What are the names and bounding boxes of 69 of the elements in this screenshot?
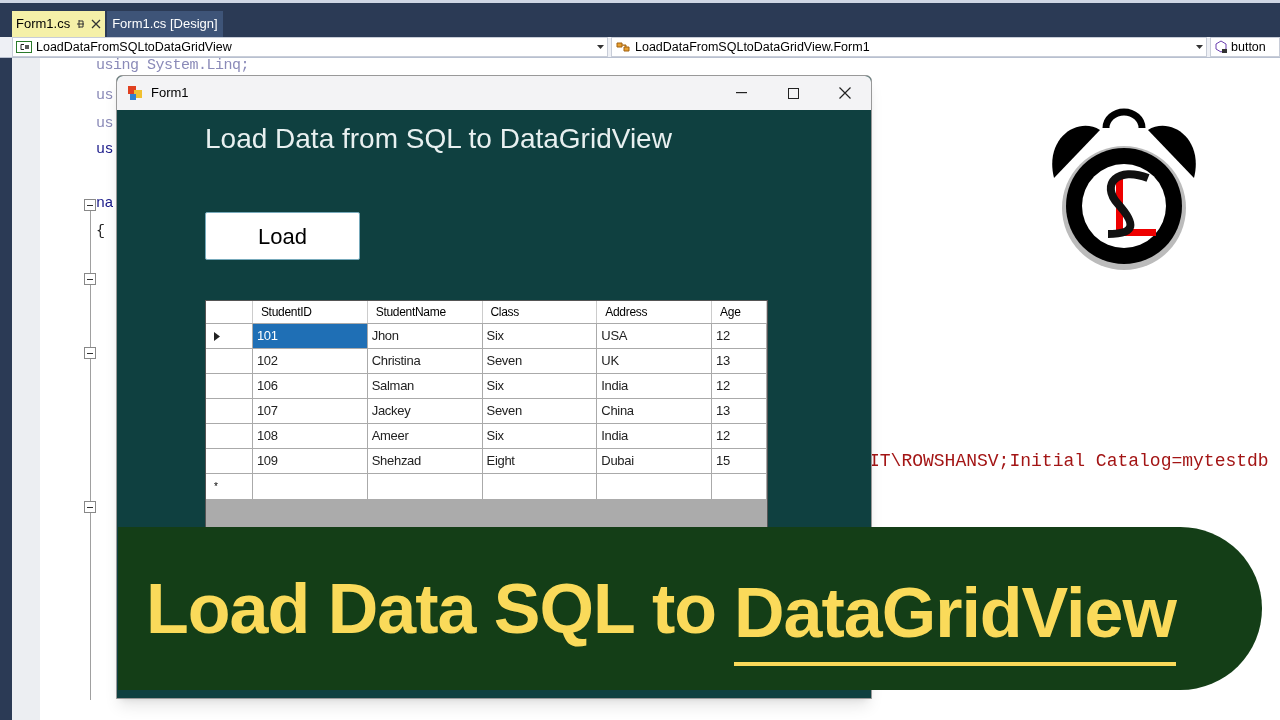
code-line: us [96, 142, 113, 158]
collapse-toggle[interactable] [84, 273, 96, 285]
table-cell: Seven [482, 349, 598, 373]
table-cell: UK [597, 349, 713, 373]
table-cell: 108 [252, 424, 368, 448]
code-line: IT\ROWSHANSV;Initial Catalog=mytestdb [869, 450, 1269, 472]
table-cell: 15 [712, 449, 767, 473]
code-line: us [96, 88, 113, 104]
collapse-toggle[interactable] [84, 347, 96, 359]
table-cell: Six [482, 374, 598, 398]
table-cell: 106 [252, 374, 368, 398]
form-icon [127, 85, 143, 101]
table-cell: 12 [712, 374, 767, 398]
cube-icon [1214, 40, 1228, 54]
table-cell: 109 [252, 449, 368, 473]
code-line: using System.Linq; [96, 58, 250, 74]
collapse-toggle[interactable] [84, 199, 96, 211]
table-cell: 12 [712, 324, 767, 348]
code-line: na [96, 196, 113, 212]
table-cell: Dubai [597, 449, 713, 473]
project-dropdown[interactable]: LoadDataFromSQLtoDataGridView [12, 37, 608, 57]
form-heading: Load Data from SQL to DataGridView [205, 122, 672, 156]
column-header[interactable]: StudentID [252, 301, 368, 323]
table-cell: USA [597, 324, 713, 348]
close-icon [839, 87, 851, 99]
code-line: us [96, 116, 113, 132]
table-cell: Christina [367, 349, 483, 373]
table-cell: Shehzad [367, 449, 483, 473]
load-button[interactable]: Load [205, 212, 360, 260]
table-cell: Six [482, 324, 598, 348]
table-cell: Seven [482, 399, 598, 423]
maximize-icon [787, 87, 799, 99]
table-cell: 102 [252, 349, 368, 373]
class-dropdown[interactable]: LoadDataFromSQLtoDataGridView.Form1 [611, 37, 1207, 57]
banner-title: DataGridView [734, 569, 1176, 666]
csharp-file-icon [16, 41, 32, 53]
column-header[interactable]: Age [712, 301, 767, 323]
table-cell: 13 [712, 349, 767, 373]
table-cell: China [597, 399, 713, 423]
column-header[interactable]: StudentName [367, 301, 483, 323]
column-header[interactable]: Class [482, 301, 598, 323]
collapse-toggle[interactable] [84, 501, 96, 513]
table-cell: 13 [712, 399, 767, 423]
table-cell: India [597, 374, 713, 398]
member-dropdown[interactable]: button [1210, 37, 1280, 57]
table-cell: Salman [367, 374, 483, 398]
caret-icon [597, 45, 604, 49]
current-row-icon [214, 331, 220, 341]
pin-icon[interactable] [76, 19, 86, 29]
table-cell: India [597, 424, 713, 448]
caret-icon [1196, 45, 1203, 49]
table-cell: Ameer [367, 424, 483, 448]
new-row-marker: * [214, 481, 218, 492]
class-icon [615, 40, 631, 54]
table-cell: Six [482, 424, 598, 448]
code-line: { [96, 224, 105, 240]
editor-tab[interactable]: Form1.cs [12, 11, 106, 37]
table-cell: Eight [482, 449, 598, 473]
table-cell: Jhon [367, 324, 483, 348]
column-header[interactable]: Address [597, 301, 713, 323]
table-cell: 12 [712, 424, 767, 448]
minimize-icon [735, 92, 747, 94]
table-cell: Jackey [367, 399, 483, 423]
close-icon[interactable] [91, 19, 102, 29]
banner-title: Load Data SQL to [146, 568, 716, 650]
table-cell: 101 [252, 324, 368, 348]
editor-tab[interactable]: Form1.cs [Design] [107, 11, 223, 37]
table-cell: 107 [252, 399, 368, 423]
window-title: Form1 [151, 84, 190, 103]
